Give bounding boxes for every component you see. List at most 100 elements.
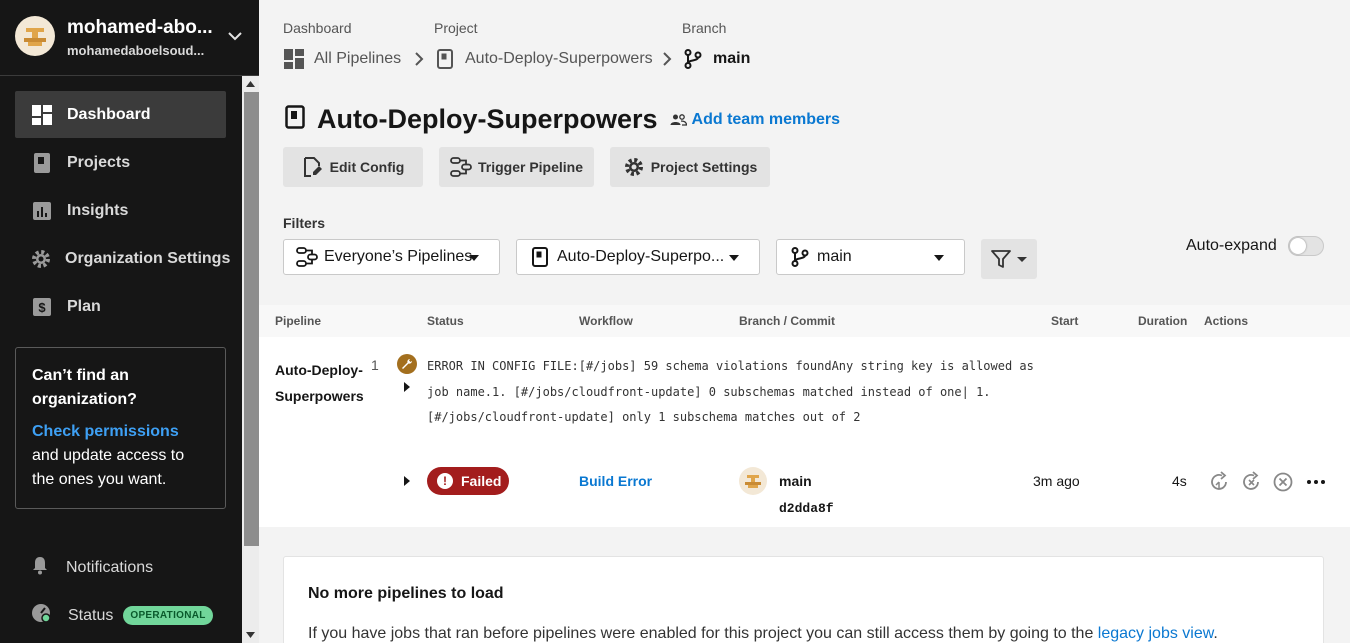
- add-team-members-label: Add team members: [691, 110, 841, 128]
- dollar-icon: $: [31, 296, 53, 318]
- project-select-value: Auto-Deploy-Superpo...: [557, 248, 725, 265]
- edit-file-icon: [302, 156, 324, 178]
- legacy-suffix: .: [1213, 625, 1218, 642]
- column-header-pipeline: Pipeline: [275, 314, 322, 328]
- notifications-label: Notifications: [66, 558, 154, 576]
- table-row: Auto-Deploy-Superpowers 1 ERROR IN CONFI…: [259, 337, 1350, 527]
- status-badge: OPERATIONAL: [123, 606, 213, 625]
- edit-config-button[interactable]: Edit Config: [283, 147, 423, 187]
- config-error-message: ERROR IN CONFIG FILE:[#/jobs] 59 schema …: [427, 359, 1034, 424]
- project-icon: [529, 246, 551, 268]
- page-title: Auto-Deploy-Superpowers: [317, 104, 658, 134]
- sidebar: mohamed-abo... mohamedaboelsoud... Dashb…: [0, 0, 259, 643]
- breadcrumb-heading-branch: Branch: [682, 20, 727, 36]
- caret-down-icon: [934, 255, 944, 261]
- dashboard-icon: [283, 48, 305, 70]
- sidebar-item-label: Insights: [67, 201, 129, 219]
- expand-workflow-caret-icon[interactable]: [404, 476, 410, 486]
- sidebar-item-projects[interactable]: Projects: [15, 139, 226, 186]
- column-header-branch-commit: Branch / Commit: [739, 314, 836, 328]
- branch-link[interactable]: main: [779, 473, 812, 489]
- org-card-text: Check permissions and update access to t…: [32, 420, 209, 492]
- trigger-pipeline-button[interactable]: Trigger Pipeline: [439, 147, 594, 187]
- breadcrumb-all-pipelines-label: All Pipelines: [314, 50, 402, 67]
- branch-select[interactable]: main: [776, 239, 965, 275]
- filters-label: Filters: [283, 215, 326, 231]
- commit-sha-link[interactable]: d2dda8f: [779, 501, 834, 516]
- cancel-icon[interactable]: [1272, 471, 1294, 493]
- scroll-thumb[interactable]: [244, 92, 259, 546]
- user-name: mohamed-abo...: [67, 17, 213, 38]
- rerun-failed-icon[interactable]: [1240, 471, 1262, 493]
- pipeline-icon: [450, 156, 472, 178]
- breadcrumb-heading-project: Project: [434, 20, 478, 36]
- branch-icon: [682, 48, 704, 70]
- wrench-icon: [397, 354, 417, 374]
- breadcrumb-project-label: Auto-Deploy-Superpowers: [465, 50, 653, 67]
- project-icon: [434, 48, 456, 70]
- breadcrumb-branch[interactable]: main: [682, 48, 750, 70]
- insights-icon: [31, 200, 53, 222]
- legacy-text: If you have jobs that ran before pipelin…: [308, 625, 1098, 642]
- breadcrumb-all-pipelines[interactable]: All Pipelines: [283, 48, 401, 70]
- sidebar-item-plan[interactable]: $ Plan: [15, 283, 226, 330]
- notifications-item[interactable]: Notifications: [30, 555, 153, 580]
- no-more-pipelines-title: No more pipelines to load: [308, 585, 504, 602]
- column-header-actions: Actions: [1204, 314, 1249, 328]
- alert-icon: !: [437, 473, 453, 489]
- breadcrumb-branch-label: main: [713, 50, 751, 67]
- team-icon: [670, 113, 687, 126]
- sidebar-item-label: Plan: [67, 297, 101, 315]
- bell-icon: [30, 555, 50, 580]
- status-label: Status: [68, 606, 114, 624]
- user-avatar: [15, 16, 55, 56]
- toggle-knob: [1290, 238, 1306, 254]
- dashboard-icon: [31, 104, 53, 126]
- sidebar-scrollbar[interactable]: [242, 76, 259, 643]
- caret-down-icon: [729, 255, 739, 261]
- user-switcher[interactable]: mohamed-abo... mohamedaboelsoud...: [0, 0, 259, 76]
- expand-error-caret-icon[interactable]: [404, 382, 410, 392]
- chevron-right-icon: [414, 52, 424, 71]
- legacy-jobs-link[interactable]: legacy jobs view: [1098, 625, 1214, 642]
- more-options-icon[interactable]: [1305, 471, 1327, 493]
- edit-config-label: Edit Config: [329, 159, 405, 175]
- project-settings-button[interactable]: Project Settings: [610, 147, 770, 187]
- sidebar-item-label: Organization Settings: [65, 249, 231, 267]
- chevron-down-icon[interactable]: [226, 28, 244, 44]
- project-select[interactable]: Auto-Deploy-Superpo...: [516, 239, 760, 275]
- org-card-body: and update access to the ones you want.: [32, 447, 185, 488]
- pipeline-owner-value: Everyone’s Pipelines: [324, 248, 473, 265]
- auto-expand-toggle[interactable]: [1288, 236, 1324, 256]
- projects-icon: [31, 152, 53, 174]
- breadcrumb-project[interactable]: Auto-Deploy-Superpowers: [434, 48, 653, 70]
- filter-button[interactable]: [981, 239, 1037, 279]
- workflow-link[interactable]: Build Error: [579, 473, 652, 489]
- scroll-up-arrow-icon[interactable]: [242, 76, 259, 92]
- sidebar-item-label: Dashboard: [67, 105, 151, 123]
- check-permissions-link[interactable]: Check permissions: [32, 423, 179, 440]
- no-more-pipelines-text: If you have jobs that ran before pipelin…: [308, 625, 1218, 643]
- pipeline-name-link[interactable]: Auto-Deploy-Superpowers: [275, 357, 365, 409]
- column-header-status: Status: [427, 314, 464, 328]
- project-icon: [285, 105, 305, 134]
- rerun-icon[interactable]: [1208, 471, 1230, 493]
- auto-expand-label: Auto-expand: [1186, 237, 1277, 254]
- org-help-card: Can’t find an organization? Check permis…: [15, 347, 226, 509]
- status-item[interactable]: Status OPERATIONAL: [30, 602, 213, 629]
- trigger-pipeline-label: Trigger Pipeline: [477, 159, 584, 175]
- pipeline-owner-select[interactable]: Everyone’s Pipelines: [283, 239, 500, 275]
- chevron-right-icon: [662, 52, 672, 71]
- sidebar-item-dashboard[interactable]: Dashboard: [15, 91, 226, 138]
- status-label: Failed: [461, 473, 502, 489]
- sidebar-item-organization-settings[interactable]: Organization Settings: [15, 235, 230, 282]
- column-header-workflow: Workflow: [579, 314, 633, 328]
- scroll-down-arrow-icon[interactable]: [242, 627, 259, 643]
- gear-icon: [31, 248, 51, 270]
- status-gauge-icon: [30, 602, 52, 629]
- column-header-start: Start: [1051, 314, 1079, 328]
- org-card-title: Can’t find an organization?: [32, 367, 137, 408]
- caret-down-icon: [469, 255, 479, 261]
- add-team-members-link[interactable]: Add team members: [670, 110, 841, 129]
- sidebar-item-insights[interactable]: Insights: [15, 187, 226, 234]
